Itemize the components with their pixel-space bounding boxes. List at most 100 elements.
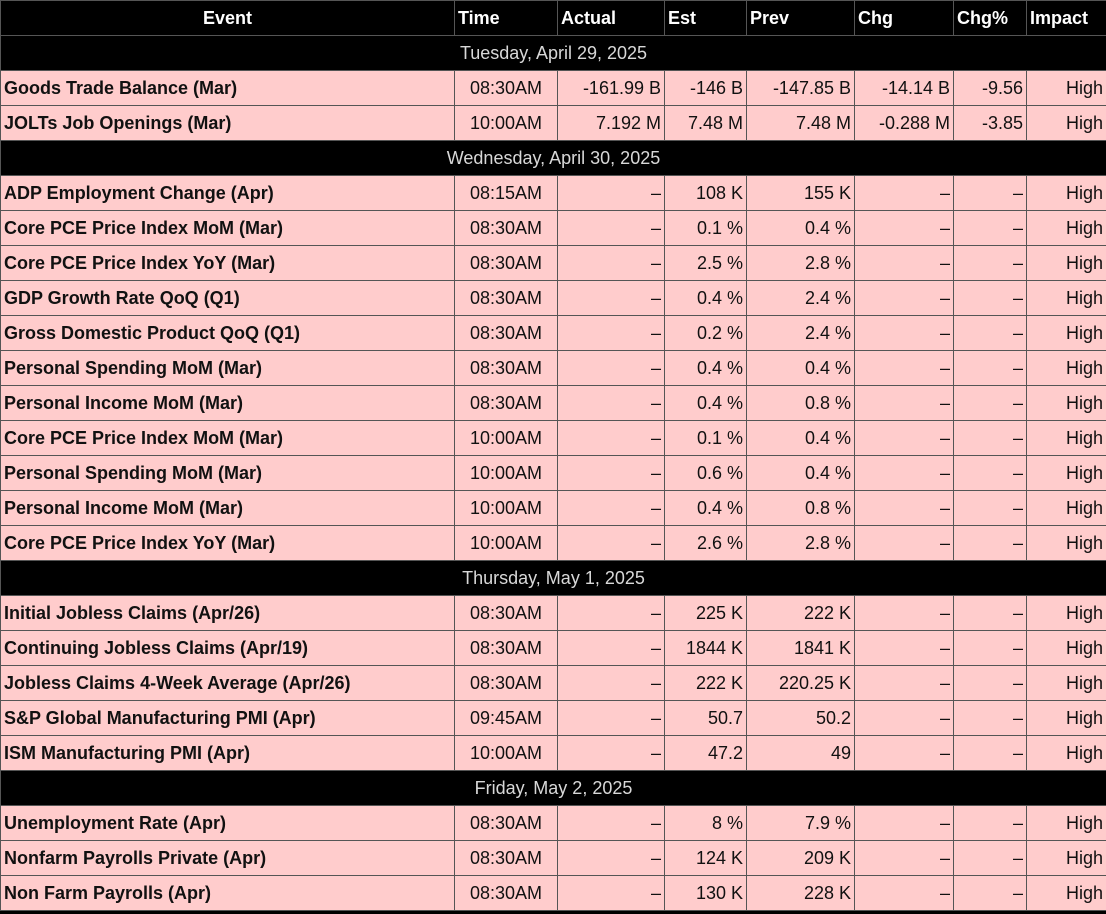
impact-value: High bbox=[1026, 630, 1106, 666]
impact-value: High bbox=[1026, 210, 1106, 246]
actual-value: – bbox=[557, 630, 665, 666]
event-time: 08:30AM bbox=[454, 665, 558, 701]
chg-value: – bbox=[854, 455, 954, 491]
est-value: 225 K bbox=[664, 595, 747, 631]
column-header-est[interactable]: Est bbox=[664, 0, 747, 36]
actual-value: – bbox=[557, 175, 665, 211]
event-name: Core PCE Price Index MoM (Mar) bbox=[0, 420, 455, 456]
prev-value: 209 K bbox=[746, 840, 855, 876]
prev-value: 7.48 M bbox=[746, 105, 855, 141]
table-row[interactable]: Gross Domestic Product QoQ (Q1) 08:30AM –0… bbox=[0, 315, 1106, 351]
chg-pct-value: – bbox=[953, 210, 1027, 246]
actual-value: – bbox=[557, 420, 665, 456]
event-name: Goods Trade Balance (Mar) bbox=[0, 70, 455, 106]
event-name: Personal Income MoM (Mar) bbox=[0, 490, 455, 526]
est-value: 8 % bbox=[664, 805, 747, 841]
actual-value: – bbox=[557, 840, 665, 876]
event-time: 08:30AM bbox=[454, 315, 558, 351]
table-row[interactable]: Core PCE Price Index YoY (Mar) 08:30AM –2.… bbox=[0, 245, 1106, 281]
impact-value: High bbox=[1026, 385, 1106, 421]
est-value: 108 K bbox=[664, 175, 747, 211]
column-header-chg[interactable]: Chg bbox=[854, 0, 954, 36]
event-name: Jobless Claims 4-Week Average (Apr/26) bbox=[0, 665, 455, 701]
column-header-impact[interactable]: Impact bbox=[1026, 0, 1106, 36]
chg-value: – bbox=[854, 210, 954, 246]
chg-value: – bbox=[854, 630, 954, 666]
impact-value: High bbox=[1026, 315, 1106, 351]
actual-value: – bbox=[557, 455, 665, 491]
prev-value: 220.25 K bbox=[746, 665, 855, 701]
table-row[interactable]: Initial Jobless Claims (Apr/26) 08:30AM –2… bbox=[0, 595, 1106, 631]
table-row[interactable]: ADP Employment Change (Apr) 08:15AM –108 K… bbox=[0, 175, 1106, 211]
table-row[interactable]: JOLTs Job Openings (Mar) 10:00AM 7.192 M 7.… bbox=[0, 105, 1106, 141]
chg-value: – bbox=[854, 840, 954, 876]
est-value: 1844 K bbox=[664, 630, 747, 666]
table-row[interactable]: Goods Trade Balance (Mar) 08:30AM -161.99 … bbox=[0, 70, 1106, 106]
event-time: 10:00AM bbox=[454, 455, 558, 491]
chg-pct-value: – bbox=[953, 490, 1027, 526]
prev-value: 155 K bbox=[746, 175, 855, 211]
impact-value: High bbox=[1026, 525, 1106, 561]
event-name: S&P Global Manufacturing PMI (Apr) bbox=[0, 700, 455, 736]
impact-value: High bbox=[1026, 420, 1106, 456]
event-name: Unemployment Rate (Apr) bbox=[0, 805, 455, 841]
table-row[interactable]: Nonfarm Payrolls Private (Apr) 08:30AM –12… bbox=[0, 840, 1106, 876]
table-row[interactable]: ISM Manufacturing PMI (Apr) 10:00AM –47.2 4… bbox=[0, 735, 1106, 771]
chg-value: – bbox=[854, 875, 954, 911]
impact-value: High bbox=[1026, 70, 1106, 106]
chg-pct-value: – bbox=[953, 280, 1027, 316]
table-row[interactable]: Personal Spending MoM (Mar) 08:30AM –0.4 %… bbox=[0, 350, 1106, 386]
prev-value: 50.2 bbox=[746, 700, 855, 736]
table-row[interactable]: Core PCE Price Index YoY (Mar) 10:00AM –2.… bbox=[0, 525, 1106, 561]
est-value: 0.4 % bbox=[664, 490, 747, 526]
column-header-prev[interactable]: Prev bbox=[746, 0, 855, 36]
event-time: 08:30AM bbox=[454, 630, 558, 666]
column-header-time[interactable]: Time bbox=[454, 0, 558, 36]
chg-pct-value: – bbox=[953, 700, 1027, 736]
chg-pct-value: – bbox=[953, 350, 1027, 386]
est-value: 0.4 % bbox=[664, 350, 747, 386]
column-header-event[interactable]: Event bbox=[0, 0, 455, 36]
prev-value: 222 K bbox=[746, 595, 855, 631]
event-name: Nonfarm Payrolls Private (Apr) bbox=[0, 840, 455, 876]
prev-value: 2.4 % bbox=[746, 280, 855, 316]
table-row[interactable]: Unemployment Rate (Apr) 08:30AM –8 % 7.9 % –… bbox=[0, 805, 1106, 841]
chg-pct-value: – bbox=[953, 175, 1027, 211]
date-group-row: Wednesday, April 30, 2025 bbox=[0, 140, 1106, 176]
est-value: 47.2 bbox=[664, 735, 747, 771]
table-row[interactable]: Jobless Claims 4-Week Average (Apr/26) 08… bbox=[0, 665, 1106, 701]
chg-value: – bbox=[854, 245, 954, 281]
chg-pct-value: – bbox=[953, 315, 1027, 351]
table-row[interactable]: Continuing Jobless Claims (Apr/19) 08:30A… bbox=[0, 630, 1106, 666]
table-row[interactable]: Core PCE Price Index MoM (Mar) 08:30AM –0.… bbox=[0, 210, 1106, 246]
est-value: 124 K bbox=[664, 840, 747, 876]
event-time: 10:00AM bbox=[454, 525, 558, 561]
column-header-actual[interactable]: Actual bbox=[557, 0, 665, 36]
actual-value: – bbox=[557, 735, 665, 771]
table-row[interactable]: GDP Growth Rate QoQ (Q1) 08:30AM –0.4 % 2.4… bbox=[0, 280, 1106, 316]
actual-value: – bbox=[557, 315, 665, 351]
table-row[interactable]: Personal Spending MoM (Mar) 10:00AM –0.6 %… bbox=[0, 455, 1106, 491]
est-value: 0.2 % bbox=[664, 315, 747, 351]
event-time: 08:30AM bbox=[454, 805, 558, 841]
chg-value: – bbox=[854, 735, 954, 771]
table-row[interactable]: Personal Income MoM (Mar) 10:00AM –0.4 % 0.… bbox=[0, 490, 1106, 526]
actual-value: – bbox=[557, 665, 665, 701]
impact-value: High bbox=[1026, 455, 1106, 491]
prev-value: 0.4 % bbox=[746, 455, 855, 491]
chg-value: – bbox=[854, 350, 954, 386]
column-header-chg-pct[interactable]: Chg% bbox=[953, 0, 1027, 36]
date-group-row: Friday, May 2, 2025 bbox=[0, 770, 1106, 806]
chg-pct-value: – bbox=[953, 245, 1027, 281]
table-row[interactable]: S&P Global Manufacturing PMI (Apr) 09:45A… bbox=[0, 700, 1106, 736]
impact-value: High bbox=[1026, 175, 1106, 211]
event-time: 08:15AM bbox=[454, 175, 558, 211]
est-value: 222 K bbox=[664, 665, 747, 701]
table-row[interactable]: Non Farm Payrolls (Apr) 08:30AM –130 K 228 … bbox=[0, 875, 1106, 911]
chg-pct-value: -3.85 bbox=[953, 105, 1027, 141]
event-name: Core PCE Price Index MoM (Mar) bbox=[0, 210, 455, 246]
table-row[interactable]: Core PCE Price Index MoM (Mar) 10:00AM –0.… bbox=[0, 420, 1106, 456]
date-group-row: Thursday, May 1, 2025 bbox=[0, 560, 1106, 596]
table-row[interactable]: Personal Income MoM (Mar) 08:30AM –0.4 % 0.… bbox=[0, 385, 1106, 421]
chg-value: – bbox=[854, 315, 954, 351]
